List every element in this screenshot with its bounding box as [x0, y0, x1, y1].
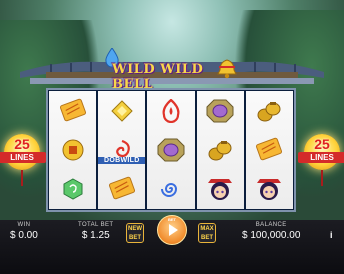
- win-display: WIN $ 0.00: [10, 222, 38, 241]
- reel-2: DOBWILD: [98, 91, 146, 209]
- symbol-compass-disc: [147, 130, 194, 169]
- total-bet-display: TOTAL BET $ 1.25: [78, 222, 114, 241]
- balance-label: BALANCE: [255, 222, 287, 228]
- symbol-girl: [246, 170, 293, 209]
- symbol-blue-swirl: [147, 170, 194, 209]
- symbol-gold-sack: [246, 91, 293, 130]
- lantern-tassel: [21, 170, 23, 186]
- symbol-coin: [49, 130, 96, 169]
- paylines-lantern-right: 25 LINES: [298, 128, 344, 188]
- slot-reels: DOBWILD: [46, 88, 296, 212]
- win-label: WIN: [17, 222, 31, 228]
- wild-text: DOBWILD: [98, 156, 146, 164]
- new-bet-button[interactable]: NEW BET: [126, 223, 144, 243]
- win-value: $ 0.00: [10, 230, 38, 241]
- balance-value: $ 100,000.00: [242, 230, 301, 241]
- symbol-compass-disc: [197, 91, 244, 130]
- total-bet-value: $ 1.25: [81, 230, 110, 241]
- spin-label: BET: [168, 217, 176, 222]
- reel-4: [196, 91, 244, 209]
- bell-icon: [216, 58, 238, 85]
- symbol-scroll: [49, 91, 96, 130]
- symbol-jade: [49, 170, 96, 209]
- spin-button[interactable]: BET: [157, 215, 187, 245]
- symbol-diamond-gem: [98, 91, 145, 130]
- reel-3: [147, 91, 195, 209]
- symbol-scroll: [98, 170, 145, 209]
- game-logo: WILD WILD BELL: [96, 44, 246, 92]
- lantern-tassel: [321, 170, 323, 186]
- paylines-label: LINES: [0, 152, 46, 163]
- game-background: WILD WILD BELL 25 LINES 25 LINES DOBWILD: [0, 0, 344, 220]
- reel-5: [245, 91, 294, 209]
- max-bet-button[interactable]: MAX BET: [198, 223, 216, 243]
- symbol-girl: [197, 170, 244, 209]
- symbol-red-swirl: [147, 91, 194, 130]
- symbol-wild: DOBWILD: [98, 130, 146, 169]
- info-icon[interactable]: i: [330, 230, 333, 240]
- paylines-number: 25: [314, 136, 330, 152]
- reel-1: [49, 91, 97, 209]
- paylines-label: LINES: [298, 152, 344, 163]
- paylines-number: 25: [14, 136, 30, 152]
- total-bet-label: TOTAL BET: [78, 222, 114, 228]
- spin-icon: [169, 224, 178, 236]
- symbol-gold-sack: [197, 130, 244, 169]
- paylines-lantern-left: 25 LINES: [0, 128, 46, 188]
- symbol-scroll: [246, 130, 293, 169]
- bottom-bar: WIN $ 0.00 TOTAL BET $ 1.25 NEW BET BET …: [0, 215, 344, 274]
- balance-display: BALANCE $ 100,000.00: [242, 222, 300, 241]
